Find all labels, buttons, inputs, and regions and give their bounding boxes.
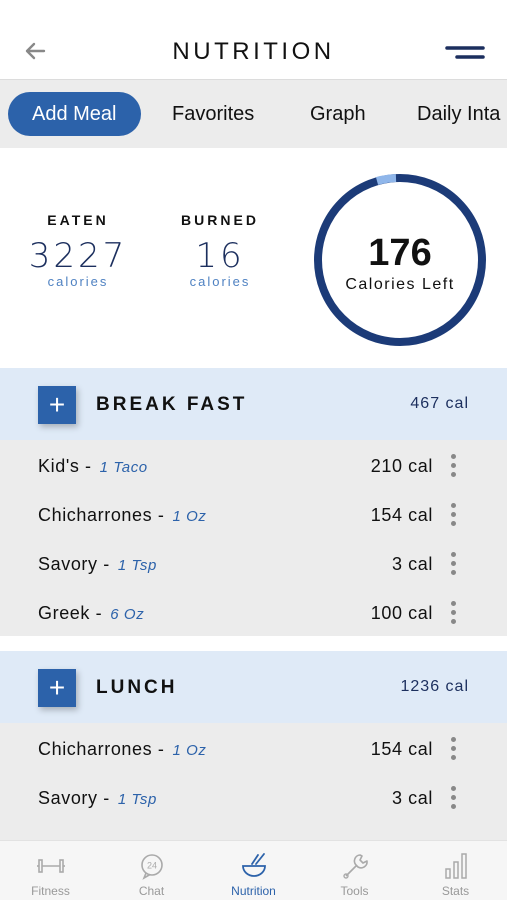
food-calories: 3 cal — [391, 788, 433, 808]
more-options-icon[interactable] — [451, 454, 457, 480]
app-header: NUTRITION — [0, 0, 507, 80]
eaten-stat: EATEN 3227 calories — [28, 212, 128, 289]
calories-left-text: 176 Calories Left — [310, 170, 490, 350]
food-name: Greek - — [38, 603, 103, 623]
food-portion: 1 Oz — [172, 742, 207, 759]
bowl-icon — [242, 853, 266, 877]
menu-icon[interactable] — [445, 44, 485, 62]
page-title: NUTRITION — [172, 38, 335, 65]
chat-24-icon: 24 — [141, 854, 163, 880]
list-item[interactable]: Greek - 6 Oz 100 cal — [0, 589, 507, 638]
list-item[interactable]: Kid's - 1 Taco 210 cal — [0, 442, 507, 491]
nav-label: Stats — [441, 884, 470, 898]
food-portion: 1 Oz — [172, 508, 207, 525]
nav-label: Chat — [138, 884, 165, 898]
nav-nutrition[interactable]: Nutrition — [203, 841, 304, 900]
list-item[interactable]: Chicharrones - 1 Oz 154 cal — [0, 725, 507, 774]
burned-value: 16 — [195, 236, 245, 276]
list-item[interactable]: Savory - 1 Tsp 3 cal — [0, 540, 507, 589]
food-portion: 6 Oz — [110, 606, 145, 623]
calorie-summary: EATEN 3227 calories BURNED 16 calories 1… — [0, 148, 507, 368]
svg-text:24: 24 — [147, 861, 157, 871]
meal-header-breakfast: + BREAK FAST 467 cal — [0, 368, 507, 440]
eaten-label: EATEN — [47, 212, 109, 228]
food-name: Savory - — [38, 554, 110, 574]
tab-favorites[interactable]: Favorites — [172, 92, 254, 136]
food-name: Chicharrones - — [38, 739, 165, 759]
food-portion: 1 Tsp — [117, 791, 157, 808]
tab-daily-intake[interactable]: Daily Inta — [417, 92, 500, 136]
food-portion: 1 Taco — [99, 459, 148, 476]
bottom-nav: Fitness 24 Chat Nutrition Tools Stats — [0, 840, 507, 900]
wrench-icon — [343, 854, 368, 879]
tab-add-meal[interactable]: Add Meal — [8, 92, 141, 136]
food-calories: 154 cal — [370, 505, 433, 525]
meal-title: BREAK FAST — [96, 394, 248, 415]
nav-label: Nutrition — [231, 884, 276, 898]
food-portion: 1 Tsp — [117, 557, 157, 574]
nav-chat[interactable]: 24 Chat — [101, 841, 202, 900]
more-options-icon[interactable] — [451, 601, 457, 627]
tab-bar: Add Meal Favorites Graph Daily Inta — [0, 80, 507, 148]
section-divider — [0, 636, 507, 650]
eaten-value: 3227 — [28, 236, 128, 276]
list-item[interactable]: Savory - 1 Tsp 3 cal — [0, 774, 507, 823]
food-name: Chicharrones - — [38, 505, 165, 525]
add-lunch-button[interactable]: + — [38, 669, 76, 707]
food-calories: 210 cal — [370, 456, 433, 476]
nav-label: Tools — [340, 884, 369, 898]
bar-chart-icon — [445, 853, 467, 879]
meal-total-calories: 467 cal — [410, 395, 469, 412]
meal-header-lunch: + LUNCH 1236 cal — [0, 651, 507, 723]
meal-total-calories: 1236 cal — [400, 678, 469, 695]
burned-label: BURNED — [181, 212, 259, 228]
food-calories: 154 cal — [370, 739, 433, 759]
more-options-icon[interactable] — [451, 552, 457, 578]
burned-stat: BURNED 16 calories — [170, 212, 270, 289]
more-options-icon[interactable] — [451, 786, 457, 812]
meal-items-lunch: Chicharrones - 1 Oz 154 cal Savory - 1 Tsp… — [0, 723, 507, 840]
tab-graph[interactable]: Graph — [310, 92, 366, 136]
food-calories: 3 cal — [391, 554, 433, 574]
calories-left-label: Calories Left — [345, 276, 455, 293]
more-options-icon[interactable] — [451, 503, 457, 529]
meal-items-breakfast: Kid's - 1 Taco 210 cal Chicharrones - 1 Oz… — [0, 440, 507, 636]
dumbbell-icon — [37, 859, 65, 873]
more-options-icon[interactable] — [451, 737, 457, 763]
list-item[interactable]: Chicharrones - 1 Oz 154 cal — [0, 491, 507, 540]
nav-fitness[interactable]: Fitness — [0, 841, 101, 900]
eaten-unit: calories — [47, 274, 109, 289]
meal-title: LUNCH — [96, 677, 178, 698]
calories-left-value: 176 — [368, 232, 432, 274]
nav-stats[interactable]: Stats — [405, 841, 506, 900]
burned-unit: calories — [189, 274, 251, 289]
add-breakfast-button[interactable]: + — [38, 386, 76, 424]
nav-label: Fitness — [31, 884, 70, 898]
nav-tools[interactable]: Tools — [304, 841, 405, 900]
food-name: Savory - — [38, 788, 110, 808]
food-calories: 100 cal — [370, 603, 433, 623]
food-name: Kid's - — [38, 456, 92, 476]
